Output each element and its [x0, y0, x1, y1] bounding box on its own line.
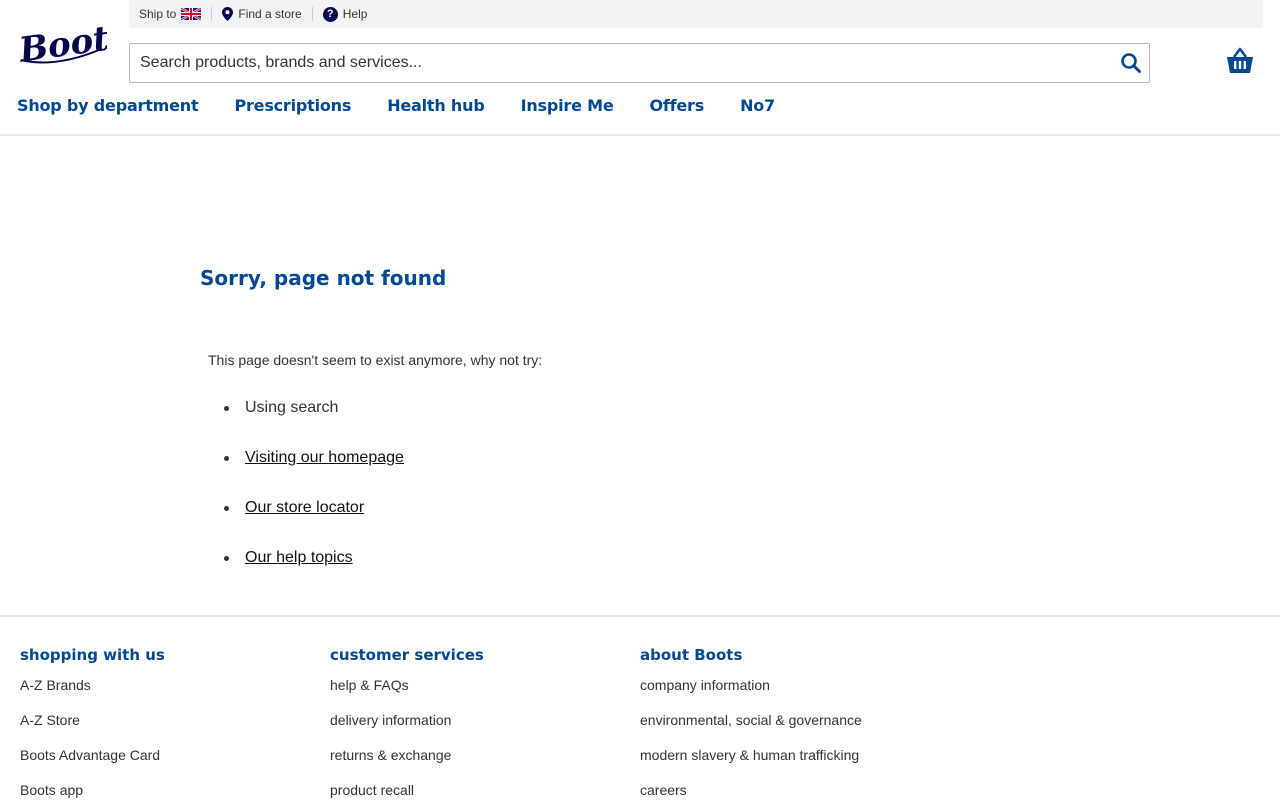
- suggestion-list: Using search Visiting our homepage Our s…: [224, 398, 404, 598]
- footer-divider: [0, 615, 1280, 617]
- divider: [211, 7, 213, 21]
- boots-logo[interactable]: Boots: [15, 14, 130, 71]
- footer-heading: shopping with us: [20, 646, 165, 664]
- page-title: Sorry, page not found: [200, 266, 447, 290]
- search-icon: [1121, 53, 1141, 73]
- footer-link-modern-slavery[interactable]: modern slavery & human trafficking: [640, 747, 940, 782]
- help-icon: ?: [322, 6, 338, 22]
- footer-link-product-recall[interactable]: product recall: [330, 782, 630, 800]
- footer-link-help-faqs[interactable]: help & FAQs: [330, 677, 630, 712]
- footer-link-boots-app[interactable]: Boots app: [20, 782, 320, 800]
- footer-link-az-store[interactable]: A-Z Store: [20, 712, 320, 747]
- suggestion-using-search: Using search: [245, 399, 339, 416]
- footer-link-esg[interactable]: environmental, social & governance: [640, 712, 940, 747]
- footer-heading: about Boots: [640, 646, 743, 664]
- homepage-link[interactable]: Visiting our homepage: [245, 449, 404, 466]
- header-divider: [0, 134, 1280, 136]
- footer-link-careers[interactable]: careers: [640, 782, 940, 800]
- footer-link-returns[interactable]: returns & exchange: [330, 747, 630, 782]
- divider: [311, 7, 313, 21]
- location-pin-icon: [222, 7, 234, 21]
- nav-offers[interactable]: Offers: [649, 96, 704, 115]
- footer-link-company-info[interactable]: company information: [640, 677, 940, 712]
- list-item: Visiting our homepage: [224, 448, 404, 498]
- intro-text: This page doesn't seem to exist anymore,…: [208, 352, 543, 368]
- nav-prescriptions[interactable]: Prescriptions: [234, 96, 351, 115]
- search-box: [129, 43, 1150, 83]
- ship-to-label: Ship to: [139, 7, 177, 21]
- search-button[interactable]: [1113, 44, 1149, 82]
- footer-link-az-brands[interactable]: A-Z Brands: [20, 677, 320, 712]
- nav-no7[interactable]: No7: [740, 96, 775, 115]
- footer-link-delivery[interactable]: delivery information: [330, 712, 630, 747]
- ship-to-button[interactable]: Ship to: [139, 7, 202, 21]
- footer-link-advantage-card[interactable]: Boots Advantage Card: [20, 747, 320, 782]
- footer-column-shopping: shopping with us A-Z Brands A-Z Store Bo…: [20, 646, 320, 800]
- help-link[interactable]: ? Help: [322, 6, 368, 22]
- footer-column-about: about Boots company information environm…: [640, 646, 940, 800]
- basket-icon: [1227, 47, 1253, 73]
- nav-health-hub[interactable]: Health hub: [387, 96, 485, 115]
- utility-bar: Ship to Find a store ? Help: [129, 0, 1263, 28]
- main-navigation: Shop by department Prescriptions Health …: [17, 96, 811, 115]
- find-store-label: Find a store: [238, 7, 302, 21]
- help-topics-link[interactable]: Our help topics: [245, 549, 353, 566]
- help-label: Help: [342, 7, 368, 21]
- list-item: Our help topics: [224, 548, 404, 598]
- boots-logo-icon: Boots: [16, 16, 130, 71]
- footer-column-customer-services: customer services help & FAQs delivery i…: [330, 646, 630, 800]
- list-item: Using search: [224, 398, 404, 448]
- nav-shop-by-department[interactable]: Shop by department: [17, 96, 199, 115]
- footer-heading: customer services: [330, 646, 484, 664]
- uk-flag-icon: [181, 8, 202, 20]
- nav-inspire-me[interactable]: Inspire Me: [521, 96, 614, 115]
- basket-button[interactable]: [1225, 46, 1255, 76]
- search-input[interactable]: [130, 44, 1113, 82]
- find-store-link[interactable]: Find a store: [222, 7, 302, 21]
- list-item: Our store locator: [224, 498, 404, 548]
- store-locator-link[interactable]: Our store locator: [245, 499, 364, 516]
